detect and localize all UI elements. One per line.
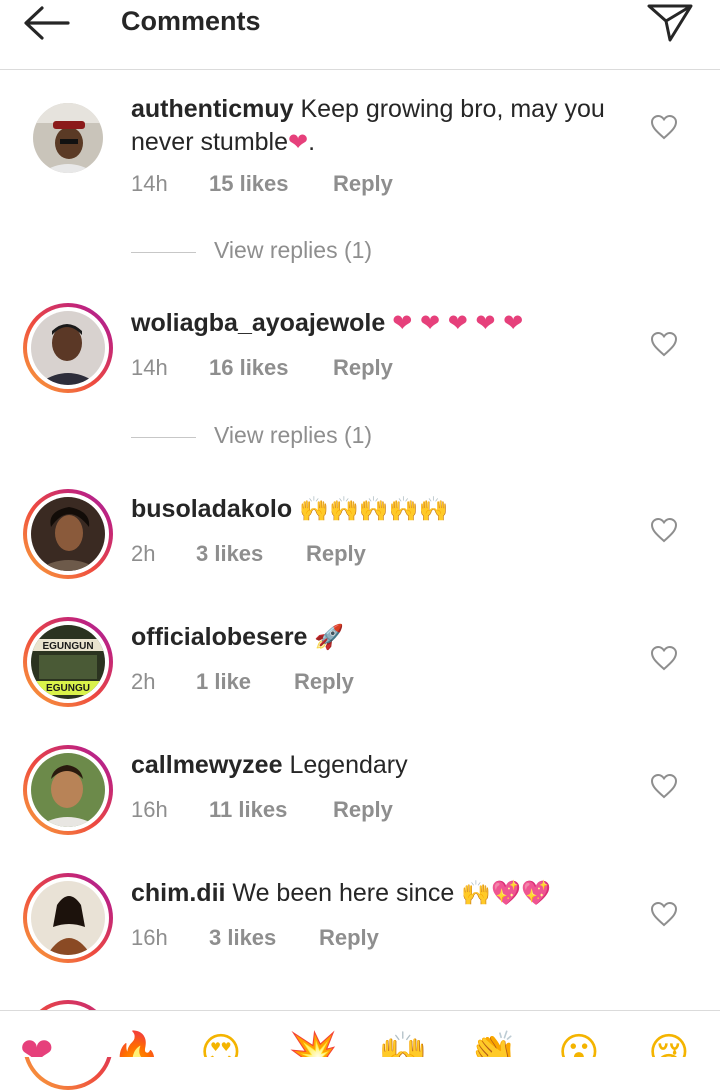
reply-button[interactable]: Reply — [333, 355, 393, 381]
comment-item: woliagba_ayoajewole ❤ ❤ ❤ ❤ ❤ 14h 16 lik… — [0, 303, 720, 413]
comment-trail: . — [308, 128, 316, 156]
comment-emoji: ❤ — [288, 128, 309, 156]
comment-time: 14h — [131, 355, 168, 380]
fire-reaction-icon[interactable]: 🔥 — [112, 1033, 162, 1057]
comment-emoji: ❤ ❤ ❤ ❤ ❤ — [392, 309, 524, 337]
heart-outline-icon[interactable] — [650, 517, 678, 543]
avatar-photo — [31, 753, 105, 827]
comment-body: We been here since — [232, 879, 455, 907]
comment-username[interactable]: woliagba_ayoajewole — [131, 309, 385, 337]
comment-item: chim.dii We been here since 🙌💖💖 16h 3 li… — [0, 873, 720, 973]
avatar[interactable] — [23, 303, 113, 393]
avatar-photo — [31, 497, 105, 571]
raised-hands-reaction-icon[interactable]: 🙌 — [378, 1033, 428, 1057]
avatar-ring-gap — [27, 493, 109, 575]
cover-title-top: EGUNGUN — [42, 641, 93, 652]
comment-time: 16h — [131, 797, 168, 822]
sad-reaction-icon[interactable]: 😢 — [648, 1033, 690, 1057]
comment-likes[interactable]: 16 likes — [209, 355, 289, 381]
avatar-photo: EGUNGUN EGUNGU — [31, 625, 105, 699]
view-replies-label: View replies (1) — [214, 422, 373, 448]
comment-emoji: 🙌🙌🙌🙌🙌 — [299, 495, 449, 523]
comment-likes[interactable]: 11 likes — [209, 797, 287, 823]
comment-time: 2h — [131, 541, 156, 566]
heart-outline-icon[interactable] — [650, 901, 678, 927]
comment-time: 14h — [131, 171, 168, 196]
comment-likes[interactable]: 3 likes — [196, 541, 263, 567]
back-button[interactable] — [18, 4, 78, 44]
share-button[interactable] — [644, 0, 696, 46]
comment-item: busoladakolo 🙌🙌🙌🙌🙌 2h 3 likes Reply — [0, 489, 720, 589]
avatar[interactable]: EGUNGUN EGUNGU — [23, 617, 113, 707]
comment-likes[interactable]: 15 likes — [209, 171, 289, 197]
boom-reaction-icon[interactable]: 💥 — [288, 1033, 338, 1057]
heart-eyes-reaction-icon[interactable]: 😍 — [200, 1033, 242, 1057]
heart-reaction-icon[interactable]: ❤ — [20, 1033, 54, 1057]
avatar-ring-gap: EGUNGUN EGUNGU — [27, 621, 109, 703]
comment-text: authenticmuy Keep growing bro, may you n… — [131, 93, 611, 159]
comments-header: Comments — [0, 0, 720, 70]
comment-username[interactable]: busoladakolo — [131, 495, 292, 523]
heart-outline-icon[interactable] — [650, 331, 678, 357]
comment-text: callmewyzee Legendary — [131, 749, 611, 782]
paper-plane-icon — [647, 4, 693, 42]
comment-text: woliagba_ayoajewole ❤ ❤ ❤ ❤ ❤ — [131, 307, 611, 340]
clapping-reaction-icon[interactable]: 👏 — [468, 1033, 518, 1057]
reply-button[interactable]: Reply — [294, 669, 354, 695]
comment-item: callmewyzee Legendary 16h 11 likes Reply — [0, 745, 720, 845]
heart-outline-icon[interactable] — [650, 773, 678, 799]
heart-outline-icon[interactable] — [650, 114, 678, 140]
view-replies-button[interactable]: View replies (1) — [131, 237, 531, 267]
view-replies-label: View replies (1) — [214, 237, 373, 263]
comment-emoji: 🚀 — [314, 623, 345, 651]
avatar-ring-gap — [27, 749, 109, 831]
surprised-reaction-icon[interactable]: 😮 — [558, 1033, 600, 1057]
comment-username[interactable]: chim.dii — [131, 879, 225, 907]
reply-button[interactable]: Reply — [333, 171, 393, 197]
comment-body: Legendary — [289, 751, 408, 779]
comment-text: chim.dii We been here since 🙌💖💖 — [131, 877, 611, 910]
heart-outline-icon[interactable] — [650, 645, 678, 671]
comment-likes[interactable]: 1 like — [196, 669, 251, 695]
avatar-photo — [31, 311, 105, 385]
avatar[interactable] — [23, 873, 113, 963]
comment-username[interactable]: callmewyzee — [131, 751, 283, 779]
arrow-left-icon — [24, 6, 70, 40]
reply-button[interactable]: Reply — [306, 541, 366, 567]
comment-username[interactable]: officialobesere — [131, 623, 307, 651]
view-replies-button[interactable]: View replies (1) — [131, 422, 531, 452]
cover-title-bottom: EGUNGU — [46, 683, 90, 694]
divider-line — [131, 252, 196, 253]
avatar-photo — [33, 103, 103, 173]
reply-button[interactable]: Reply — [333, 797, 393, 823]
page-title: Comments — [121, 6, 261, 36]
comment-emoji: 🙌💖💖 — [461, 879, 551, 907]
comment-time: 16h — [131, 925, 168, 950]
avatar-photo — [31, 881, 105, 955]
avatar[interactable] — [23, 489, 113, 579]
avatar-ring-gap — [27, 307, 109, 389]
avatar-ring-gap — [27, 877, 109, 959]
comment-text: busoladakolo 🙌🙌🙌🙌🙌 — [131, 493, 611, 526]
avatar[interactable] — [23, 745, 113, 835]
divider-line — [131, 437, 196, 438]
comment-username[interactable]: authenticmuy — [131, 95, 294, 123]
avatar[interactable] — [23, 93, 113, 183]
comment-likes[interactable]: 3 likes — [209, 925, 276, 951]
emoji-reaction-bar: ❤ 🔥 😍 💥 🙌 👏 😮 😢 — [0, 1010, 720, 1057]
comment-time: 2h — [131, 669, 156, 694]
comment-item: EGUNGUN EGUNGU officialobesere 🚀 2h 1 li… — [0, 617, 720, 717]
comment-text: officialobesere 🚀 — [131, 621, 611, 654]
comment-item: authenticmuy Keep growing bro, may you n… — [0, 93, 720, 203]
reply-button[interactable]: Reply — [319, 925, 379, 951]
